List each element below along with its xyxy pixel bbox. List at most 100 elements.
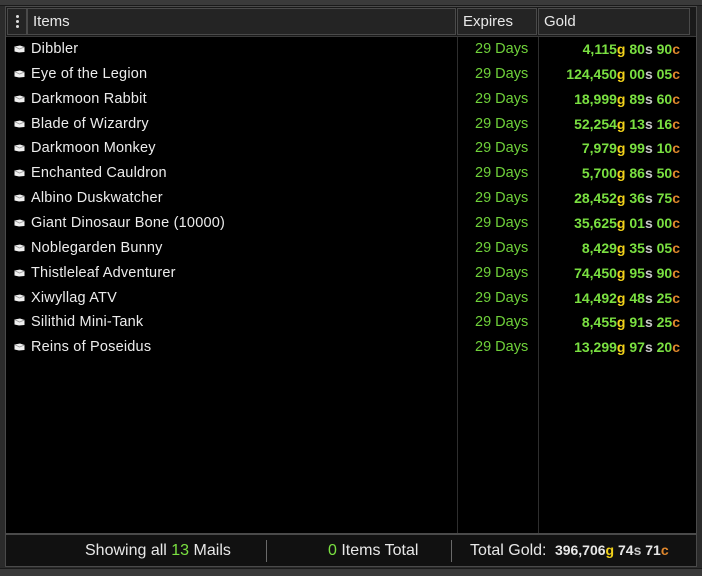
mail-row[interactable]: Albino Duskwatcher 29 Days 28,452g 36s 75c bbox=[6, 186, 696, 211]
copper-amount: 05 bbox=[656, 65, 673, 82]
silver-suffix: s bbox=[644, 314, 653, 331]
copper-suffix: c bbox=[672, 214, 680, 231]
copper-amount: 05 bbox=[656, 239, 673, 256]
mail-expires: 29 Days bbox=[475, 289, 529, 306]
mail-gold-amount: 18,999g 89s 60c bbox=[574, 91, 680, 107]
mail-row[interactable]: Blade of Wizardry 29 Days 52,254g 13s 16c bbox=[6, 112, 696, 137]
mail-row[interactable]: Noblegarden Bunny 29 Days 8,429g 35s 05c bbox=[6, 236, 696, 261]
total-gold-label: Total Gold: bbox=[470, 542, 547, 559]
copper-amount: 75 bbox=[656, 190, 673, 207]
mail-envelope-icon bbox=[14, 169, 25, 177]
copper-suffix: c bbox=[672, 41, 680, 57]
mail-row[interactable]: Darkmoon Monkey 29 Days 7,979g 99s 10c bbox=[6, 136, 696, 161]
mail-envelope-icon bbox=[14, 120, 25, 128]
mail-envelope-icon bbox=[14, 70, 25, 78]
silver-amount: 91 bbox=[629, 314, 645, 331]
mail-item-name: Silithid Mini-Tank bbox=[31, 314, 144, 331]
mail-row[interactable]: Silithid Mini-Tank 29 Days 8,455g 91s 25c bbox=[6, 310, 696, 335]
copper-suffix: c bbox=[672, 264, 680, 281]
gold-amount: 7,979 bbox=[581, 140, 617, 157]
copper-suffix: c bbox=[672, 90, 680, 107]
mail-row[interactable]: Enchanted Cauldron 29 Days 5,700g 86s 50c bbox=[6, 161, 696, 186]
mail-list-panel: Items Expires Gold Dibbler 29 Days 4,115g … bbox=[5, 6, 697, 534]
mail-expires: 29 Days bbox=[475, 314, 529, 331]
silver-suffix: s bbox=[644, 289, 653, 306]
copper-amount: 10 bbox=[656, 140, 673, 157]
mail-expires: 29 Days bbox=[475, 214, 529, 231]
gold-amount: 74,450 bbox=[574, 264, 617, 281]
copper-amount: 20 bbox=[656, 339, 673, 356]
mail-gold-amount: 52,254g 13s 16c bbox=[574, 116, 680, 132]
mail-gold-amount: 7,979g 99s 10c bbox=[582, 140, 680, 156]
silver-amount: 89 bbox=[629, 90, 645, 107]
silver-amount: 35 bbox=[629, 239, 645, 256]
mail-gold-amount: 14,492g 48s 25c bbox=[574, 290, 680, 306]
gold-suffix: g bbox=[616, 115, 626, 132]
gold-amount: 13,299 bbox=[574, 339, 617, 356]
silver-amount: 13 bbox=[629, 115, 645, 132]
footer-divider bbox=[451, 540, 452, 562]
copper-amount: 90 bbox=[656, 41, 673, 57]
mail-gold-amount: 28,452g 36s 75c bbox=[574, 190, 680, 206]
silver-amount: 80 bbox=[629, 41, 645, 57]
column-header-expires[interactable]: Expires bbox=[457, 8, 537, 35]
total-gold-value: 396,706g 74s 71c bbox=[555, 542, 669, 558]
mail-envelope-icon bbox=[14, 194, 25, 202]
kebab-menu-icon bbox=[15, 15, 19, 28]
mail-envelope-icon bbox=[14, 244, 25, 252]
silver-suffix: s bbox=[633, 542, 642, 558]
gold-suffix: g bbox=[616, 314, 626, 331]
mail-expires: 29 Days bbox=[475, 115, 529, 132]
mail-envelope-icon bbox=[14, 45, 25, 53]
total-gold-amount: 396,706 bbox=[554, 542, 606, 558]
mail-envelope-icon bbox=[14, 318, 25, 326]
gold-amount: 18,999 bbox=[574, 90, 617, 107]
gold-amount: 8,429 bbox=[581, 239, 617, 256]
gold-suffix: g bbox=[616, 65, 626, 82]
silver-suffix: s bbox=[644, 239, 653, 256]
gold-suffix: g bbox=[616, 190, 626, 207]
mail-envelope-icon bbox=[14, 95, 25, 103]
column-header-items[interactable]: Items bbox=[27, 8, 456, 35]
copper-amount: 90 bbox=[656, 264, 673, 281]
mail-expires: 29 Days bbox=[475, 165, 529, 182]
silver-suffix: s bbox=[644, 264, 653, 281]
gold-suffix: g bbox=[616, 239, 626, 256]
column-header-items-label: Items bbox=[33, 13, 70, 30]
gold-suffix: g bbox=[616, 339, 626, 356]
total-copper-amount: 71 bbox=[645, 542, 661, 558]
mailbox-window: Items Expires Gold Dibbler 29 Days 4,115g … bbox=[0, 0, 702, 576]
mail-item-name: Darkmoon Monkey bbox=[31, 140, 156, 157]
silver-suffix: s bbox=[644, 90, 653, 107]
mail-expires: 29 Days bbox=[475, 65, 529, 82]
mail-row[interactable]: Dibbler 29 Days 4,115g 80s 90c bbox=[6, 37, 696, 62]
silver-suffix: s bbox=[644, 41, 653, 57]
mail-row[interactable]: Reins of Poseidus 29 Days 13,299g 97s 20c bbox=[6, 335, 696, 360]
copper-suffix: c bbox=[672, 314, 680, 331]
mail-row[interactable]: Xiwyllag ATV 29 Days 14,492g 48s 25c bbox=[6, 286, 696, 311]
copper-amount: 60 bbox=[656, 90, 673, 107]
copper-amount: 25 bbox=[656, 314, 673, 331]
silver-amount: 97 bbox=[629, 339, 645, 356]
mail-row[interactable]: Thistleleaf Adventurer 29 Days 74,450g 95s… bbox=[6, 261, 696, 286]
mail-row[interactable]: Eye of the Legion 29 Days 124,450g 00s 05c bbox=[6, 62, 696, 87]
gold-amount: 14,492 bbox=[574, 289, 617, 306]
copper-suffix: c bbox=[672, 239, 680, 256]
column-menu-button[interactable] bbox=[7, 8, 27, 35]
mail-row[interactable]: Giant Dinosaur Bone (10000) 29 Days 35,625… bbox=[6, 211, 696, 236]
silver-amount: 36 bbox=[629, 190, 645, 207]
copper-suffix: c bbox=[672, 65, 680, 82]
gold-suffix: g bbox=[616, 140, 626, 157]
items-count: 0 bbox=[328, 542, 337, 559]
gold-suffix: g bbox=[616, 165, 626, 182]
column-header-gold[interactable]: Gold bbox=[538, 8, 690, 35]
gold-amount: 52,254 bbox=[574, 115, 617, 132]
mail-count: 13 bbox=[171, 542, 190, 559]
silver-amount: 86 bbox=[629, 165, 645, 182]
mail-gold-amount: 35,625g 01s 00c bbox=[574, 215, 680, 231]
mail-row[interactable]: Darkmoon Rabbit 29 Days 18,999g 89s 60c bbox=[6, 87, 696, 112]
silver-suffix: s bbox=[644, 65, 653, 82]
silver-suffix: s bbox=[644, 339, 653, 356]
gold-suffix: g bbox=[616, 90, 626, 107]
copper-amount: 25 bbox=[656, 289, 673, 306]
